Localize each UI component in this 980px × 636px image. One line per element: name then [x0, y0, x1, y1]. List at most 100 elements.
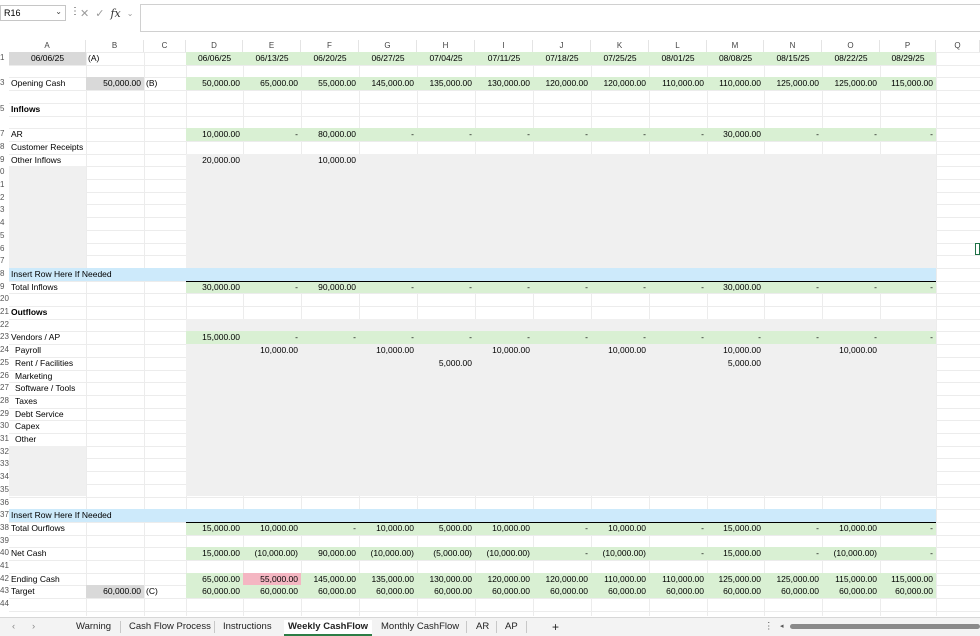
value-cell[interactable]: 15,000.00: [186, 331, 243, 344]
row-header[interactable]: 4: [0, 217, 9, 230]
column-header[interactable]: A: [9, 40, 86, 52]
value-cell[interactable]: [533, 357, 591, 370]
value-cell[interactable]: [822, 357, 880, 370]
value-cell[interactable]: -: [243, 281, 301, 294]
value-cell[interactable]: 10,000.00: [359, 344, 417, 357]
value-cell[interactable]: -: [707, 331, 764, 344]
tab-monthly-cashflow[interactable]: Monthly CashFlow: [381, 620, 459, 634]
value-cell[interactable]: 110,000.00: [707, 77, 764, 90]
value-cell[interactable]: 145,000.00: [301, 573, 359, 586]
date-header[interactable]: 07/18/25: [533, 52, 591, 65]
date-header[interactable]: 07/25/25: [591, 52, 649, 65]
row-header[interactable]: 8: [0, 268, 9, 281]
row-header[interactable]: 1: [0, 179, 9, 192]
row-header[interactable]: 38: [0, 522, 9, 535]
value-cell[interactable]: 30,000.00: [186, 281, 243, 294]
row-header[interactable]: 22: [0, 319, 9, 332]
outflow-label[interactable]: Capex: [9, 420, 86, 433]
value-cell[interactable]: 10,000.00: [707, 344, 764, 357]
confirm-icon[interactable]: ✓: [95, 7, 104, 20]
value-cell[interactable]: [880, 357, 936, 370]
value-cell[interactable]: -: [764, 281, 822, 294]
value-cell[interactable]: [880, 154, 936, 167]
horizontal-scrollbar[interactable]: [790, 624, 980, 629]
column-header[interactable]: F: [301, 40, 359, 52]
column-header[interactable]: G: [359, 40, 417, 52]
value-cell[interactable]: 55,000.00: [243, 573, 301, 586]
value-cell[interactable]: [649, 154, 707, 167]
value-cell[interactable]: -: [475, 128, 533, 141]
row-header[interactable]: 25: [0, 357, 9, 370]
value-cell[interactable]: -: [417, 331, 475, 344]
value-cell[interactable]: -: [475, 331, 533, 344]
row-header[interactable]: 43: [0, 585, 9, 598]
total-inflows-label[interactable]: Total Inflows: [9, 281, 86, 294]
row-header[interactable]: 34: [0, 471, 9, 484]
tab-weekly-cashflow[interactable]: Weekly CashFlow: [284, 620, 373, 636]
value-cell[interactable]: -: [243, 331, 301, 344]
chevron-down-icon[interactable]: ⌄: [127, 9, 134, 18]
value-cell[interactable]: -: [359, 281, 417, 294]
value-cell[interactable]: [880, 344, 936, 357]
row-header[interactable]: 2: [0, 192, 9, 205]
value-cell[interactable]: 60,000.00: [822, 585, 880, 598]
target-input[interactable]: 60,000.00: [86, 585, 144, 598]
value-cell[interactable]: 60,000.00: [301, 585, 359, 598]
value-cell[interactable]: -: [764, 128, 822, 141]
vendors-label[interactable]: Vendors / AP: [9, 331, 86, 344]
outflow-label[interactable]: Marketing: [9, 370, 86, 383]
value-cell[interactable]: [764, 357, 822, 370]
value-cell[interactable]: 60,000.00: [880, 585, 936, 598]
tab-warning[interactable]: Warning: [76, 620, 111, 634]
row-header[interactable]: 30: [0, 420, 9, 433]
row-header[interactable]: 3: [0, 77, 9, 90]
value-cell[interactable]: 20,000.00: [186, 154, 243, 167]
value-cell[interactable]: -: [649, 522, 707, 535]
value-cell[interactable]: -: [591, 128, 649, 141]
value-cell[interactable]: 90,000.00: [301, 281, 359, 294]
row-header[interactable]: 44: [0, 598, 9, 611]
value-cell[interactable]: [417, 344, 475, 357]
outflow-label[interactable]: Debt Service: [9, 408, 86, 421]
value-cell[interactable]: 115,000.00: [880, 77, 936, 90]
note-label[interactable]: (C): [144, 585, 186, 598]
selected-cell-indicator[interactable]: [975, 242, 980, 255]
column-header[interactable]: K: [591, 40, 649, 52]
value-cell[interactable]: 120,000.00: [533, 573, 591, 586]
value-cell[interactable]: 10,000.00: [822, 344, 880, 357]
value-cell[interactable]: 125,000.00: [764, 573, 822, 586]
row-header[interactable]: [0, 116, 9, 129]
row-header[interactable]: 6: [0, 243, 9, 256]
value-cell[interactable]: -: [822, 281, 880, 294]
row-header[interactable]: 39: [0, 535, 9, 548]
value-cell[interactable]: 60,000.00: [533, 585, 591, 598]
value-cell[interactable]: 60,000.00: [186, 585, 243, 598]
value-cell[interactable]: 10,000.00: [822, 522, 880, 535]
net-cash-label[interactable]: Net Cash: [9, 547, 86, 560]
value-cell[interactable]: -: [649, 281, 707, 294]
row-header[interactable]: 41: [0, 560, 9, 573]
value-cell[interactable]: [359, 357, 417, 370]
value-cell[interactable]: (5,000.00): [417, 547, 475, 560]
value-cell[interactable]: 60,000.00: [359, 585, 417, 598]
row-header[interactable]: [0, 65, 9, 78]
other-inflows-label[interactable]: Other Inflows: [9, 154, 86, 167]
value-cell[interactable]: [417, 154, 475, 167]
value-cell[interactable]: [186, 344, 243, 357]
column-header[interactable]: M: [707, 40, 764, 52]
row-header[interactable]: 36: [0, 497, 9, 510]
value-cell[interactable]: 10,000.00: [591, 344, 649, 357]
value-cell[interactable]: 145,000.00: [359, 77, 417, 90]
note-label[interactable]: (B): [144, 77, 186, 90]
ar-label[interactable]: AR: [9, 128, 86, 141]
value-cell[interactable]: 130,000.00: [475, 77, 533, 90]
tab-ar[interactable]: AR: [476, 620, 489, 634]
value-cell[interactable]: 90,000.00: [301, 547, 359, 560]
value-cell[interactable]: 10,000.00: [186, 128, 243, 141]
value-cell[interactable]: 125,000.00: [822, 77, 880, 90]
value-cell[interactable]: 5,000.00: [417, 522, 475, 535]
more-options-icon[interactable]: ⋮: [764, 620, 774, 634]
value-cell[interactable]: 60,000.00: [649, 585, 707, 598]
date-header[interactable]: 07/11/25: [475, 52, 533, 65]
value-cell[interactable]: 130,000.00: [417, 573, 475, 586]
